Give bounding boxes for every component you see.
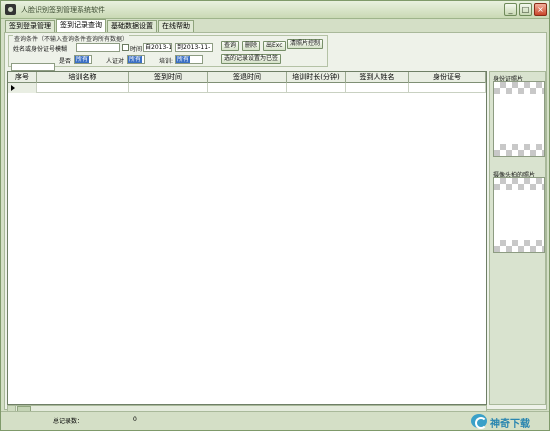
query-conditions-group: 查询条件（不输入查询条件查询所有数据） 姓名或身份证号模糊 时间 自2013-1… <box>8 34 328 67</box>
time-checkbox[interactable] <box>122 44 129 51</box>
delete-button[interactable]: 删除 <box>242 41 261 51</box>
column-header-duration[interactable]: 培训时长(分钟) <box>287 72 346 83</box>
minimize-button[interactable]: _ <box>504 3 517 16</box>
row-pointer-icon <box>8 83 37 93</box>
records-table[interactable]: 序号 培训名称 签到时间 签退时间 培训时长(分钟) 签到人姓名 身份证号 <box>7 71 487 405</box>
pass-label: 是否 <box>59 58 72 65</box>
auth-label: 人证对 <box>106 58 125 65</box>
clear-photo-button[interactable]: 清照片控制 <box>287 39 324 49</box>
name-id-input[interactable] <box>76 43 120 52</box>
table-cell[interactable] <box>409 83 486 93</box>
window-title: 人脸识别签到管理系统软件 <box>21 6 105 14</box>
watermark-logo-icon <box>471 414 487 429</box>
table-cell[interactable] <box>129 83 208 93</box>
train-select-value: 所有 <box>176 56 191 63</box>
column-header-training-name[interactable]: 培训名称 <box>37 72 129 83</box>
table-cell[interactable] <box>208 83 287 93</box>
train-select[interactable]: 所有 <box>175 55 203 64</box>
app-window: 人脸识别签到管理系统软件 _ □ × 签到登录管理 签到记录查询 基础数据设置 … <box>0 0 550 431</box>
column-header-checkout-time[interactable]: 签退时间 <box>208 72 287 83</box>
record-count-box <box>11 63 55 71</box>
column-header-person-name[interactable]: 签到人姓名 <box>346 72 409 83</box>
watermark: 神奇下载 <box>471 412 549 430</box>
table-cell[interactable] <box>287 83 346 93</box>
query-conditions-legend: 查询条件（不输入查询条件查询所有数据） <box>13 34 130 43</box>
tab-online-help[interactable]: 在线帮助 <box>158 20 194 32</box>
tab-record-query[interactable]: 签到记录查询 <box>56 19 106 32</box>
close-button[interactable]: × <box>534 3 547 16</box>
time-checkbox-label: 时间 <box>130 46 143 53</box>
date-from-field[interactable]: 自2013-11- <box>143 43 172 52</box>
pass-select-value: 所有 <box>75 56 90 63</box>
maximize-button[interactable]: □ <box>519 3 532 16</box>
table-header: 序号 培训名称 签到时间 签退时间 培训时长(分钟) 签到人姓名 身份证号 <box>8 72 486 83</box>
auth-select-value: 所有 <box>128 56 143 63</box>
column-header-id-number[interactable]: 身份证号 <box>409 72 486 83</box>
table-cell[interactable] <box>37 83 129 93</box>
watermark-text: 神奇下载 <box>490 419 530 430</box>
placeholder-pattern <box>494 82 544 94</box>
tab-checkin-management[interactable]: 签到登录管理 <box>5 20 55 32</box>
table-row[interactable] <box>8 83 486 93</box>
auth-select[interactable]: 所有 <box>127 55 145 64</box>
title-bar: 人脸识别签到管理系统软件 _ □ × <box>1 1 549 19</box>
placeholder-pattern <box>494 178 544 190</box>
name-id-label: 姓名或身份证号模糊 <box>13 46 68 53</box>
table-cell[interactable] <box>346 83 409 93</box>
pass-select[interactable]: 所有 <box>74 55 92 64</box>
column-header-checkin-time[interactable]: 签到时间 <box>129 72 208 83</box>
camera-app-icon <box>5 4 16 15</box>
total-records-value: 0 <box>133 416 137 423</box>
placeholder-pattern <box>494 144 544 156</box>
query-button[interactable]: 查询 <box>221 41 240 51</box>
column-header-index[interactable]: 序号 <box>8 72 37 83</box>
photo-panel: 身份证照片 摄像头拍的照片 <box>489 71 546 405</box>
record-query-panel: 查询条件（不输入查询条件查询所有数据） 姓名或身份证号模糊 时间 自2013-1… <box>4 32 547 413</box>
export-excel-button[interactable]: 出Exc <box>263 41 286 51</box>
tab-basic-settings[interactable]: 基础数据设置 <box>107 20 157 32</box>
train-label: 培训: <box>159 58 174 65</box>
id-card-photo <box>493 81 545 157</box>
total-records-label: 总记录数： <box>53 418 84 425</box>
status-bar: 总记录数： 0 神奇下载 <box>1 411 549 430</box>
set-checked-in-button[interactable]: 选的记录设置为已签 <box>221 54 282 64</box>
placeholder-pattern <box>494 240 544 252</box>
captured-face-photo <box>493 177 545 253</box>
date-to-field[interactable]: 到2013-11- <box>175 43 213 52</box>
